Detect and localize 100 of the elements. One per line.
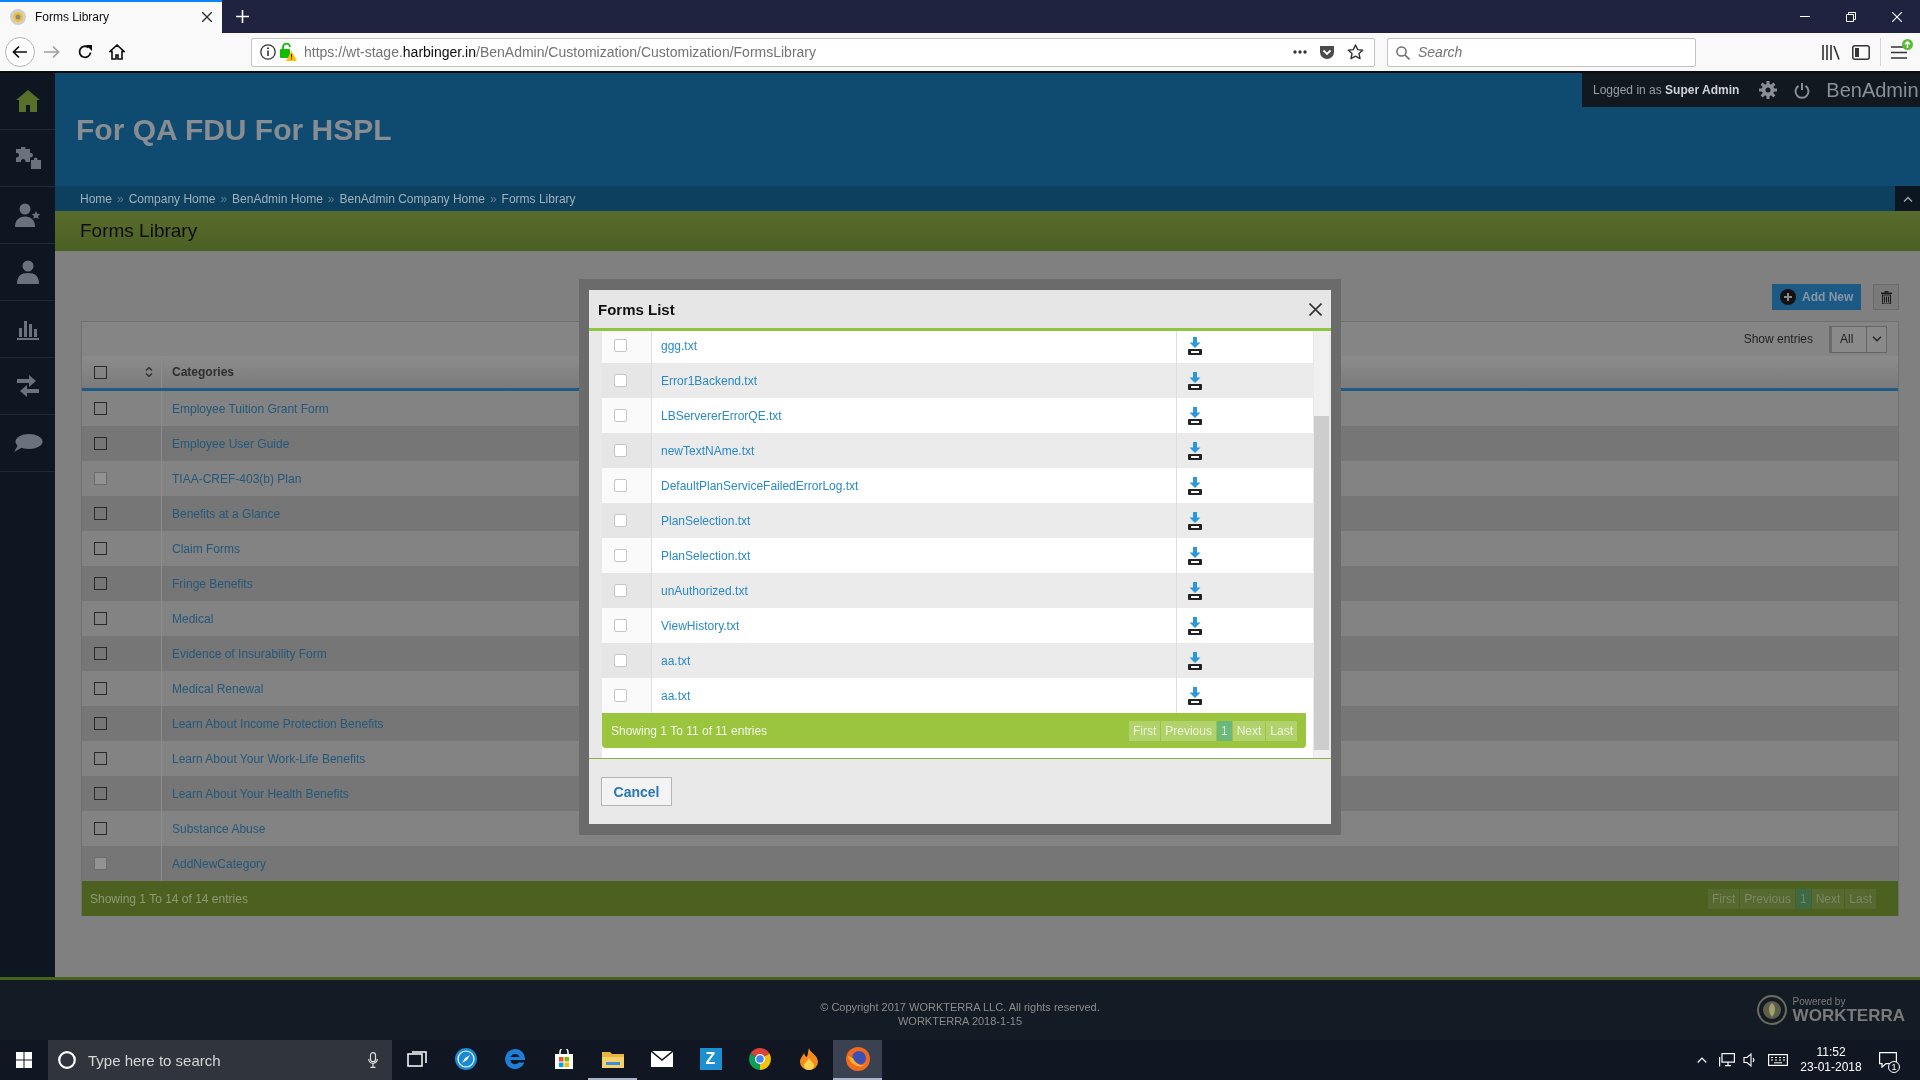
checkbox[interactable] (94, 822, 107, 835)
monitor-icon[interactable] (1719, 1053, 1735, 1067)
category-link[interactable]: Learn About Your Work-Life Benefits (172, 751, 366, 766)
search-icon (1396, 45, 1410, 60)
keyboard-icon[interactable] (1768, 1054, 1788, 1066)
clock-button[interactable]: 11:52 23-01-2018 (1798, 1045, 1864, 1075)
microphone-icon[interactable] (368, 1052, 378, 1068)
category-link[interactable]: Fringe Benefits (172, 576, 253, 591)
file-link[interactable]: newTextNAme.txt (661, 443, 755, 458)
file-link[interactable]: PlanSelection.txt (661, 513, 751, 528)
breadcrumb-link[interactable]: BenAdmin Company Home (339, 191, 485, 206)
taskbar-button[interactable]: Z (686, 1040, 735, 1080)
settings-icon[interactable] (1759, 81, 1778, 99)
plus-icon[interactable] (236, 10, 249, 23)
category-link[interactable]: Claim Forms (172, 541, 240, 556)
message-icon (1879, 1052, 1897, 1068)
checkbox[interactable] (94, 437, 107, 450)
download-icon[interactable] (1188, 476, 1202, 495)
caret-up-icon[interactable] (1697, 1057, 1707, 1063)
more-dots-icon[interactable] (1293, 50, 1307, 54)
reload-icon[interactable] (77, 44, 93, 60)
shield-chevron-icon[interactable] (1319, 44, 1335, 60)
speaker-icon[interactable] (1743, 1053, 1757, 1067)
compass-icon (454, 1048, 477, 1070)
category-link[interactable]: Benefits at a Glance (172, 506, 281, 521)
cancel-button[interactable]: Cancel (601, 777, 672, 806)
checkbox[interactable] (94, 542, 107, 555)
file-link[interactable]: DefaultPlanServiceFailedErrorLog.txt (661, 478, 859, 493)
download-icon[interactable] (1188, 371, 1202, 390)
file-link[interactable]: aa.txt (661, 653, 691, 668)
download-icon[interactable] (1188, 511, 1202, 530)
file-link[interactable]: PlanSelection.txt (661, 548, 751, 563)
checkbox[interactable] (94, 787, 107, 800)
close-icon[interactable] (1309, 302, 1322, 316)
page-button[interactable]: Last (1266, 720, 1297, 741)
notification-count: 1 (1888, 1061, 1900, 1073)
checkbox[interactable] (94, 577, 107, 590)
page-button[interactable]: Previous (1161, 720, 1216, 741)
swap-arrows-icon (15, 375, 40, 397)
scrollbar[interactable] (1314, 331, 1329, 758)
restore-icon[interactable] (1846, 11, 1856, 22)
category-link[interactable]: Substance Abuse (172, 821, 266, 836)
home-icon[interactable] (109, 44, 125, 60)
column-header[interactable]: Categories (172, 365, 235, 379)
scrollbar-thumb[interactable] (1314, 416, 1329, 750)
category-link[interactable]: Learn About Income Protection Benefits (172, 716, 384, 731)
checkbox[interactable] (94, 717, 107, 730)
delete-button[interactable] (1873, 284, 1899, 310)
star-icon[interactable] (1347, 44, 1364, 60)
notification-button[interactable]: 1 (1868, 1040, 1908, 1080)
breadcrumb-link[interactable]: BenAdmin Home (232, 191, 323, 206)
sort-icon[interactable] (145, 366, 153, 378)
breadcrumb-link[interactable]: Home (80, 191, 112, 206)
download-icon[interactable] (1188, 651, 1202, 670)
breadcrumb-link[interactable]: Forms Library (501, 191, 576, 206)
download-icon[interactable] (1188, 616, 1202, 635)
file-link[interactable]: ggg.txt (661, 338, 698, 353)
checkbox[interactable] (94, 647, 107, 660)
sidebar-icon[interactable] (1852, 44, 1870, 60)
category-link[interactable]: Learn About Your Health Benefits (172, 786, 349, 801)
checkbox[interactable] (94, 507, 107, 520)
taskbar-search-field[interactable]: Type here to search (48, 1040, 392, 1080)
page-button[interactable]: Next (1232, 720, 1266, 741)
search-field[interactable]: Search (1387, 37, 1696, 67)
add-new-button[interactable]: Add New (1772, 284, 1861, 310)
page-button[interactable]: 1 (1216, 720, 1232, 741)
checkbox[interactable] (94, 402, 107, 415)
breadcrumb-link[interactable]: Company Home (128, 191, 216, 206)
checkbox[interactable] (94, 365, 107, 379)
power-icon[interactable] (1794, 81, 1811, 99)
checkbox[interactable] (94, 752, 107, 765)
download-icon[interactable] (1188, 546, 1202, 565)
dialog-title: Forms List (598, 300, 675, 318)
file-link[interactable]: ViewHistory.txt (661, 618, 740, 633)
close-icon[interactable] (202, 11, 212, 22)
browser-tab[interactable]: Forms Library (0, 0, 222, 33)
download-icon[interactable] (1188, 686, 1202, 705)
file-link[interactable]: LBServererErrorQE.txt (661, 408, 782, 423)
books-icon[interactable] (1822, 44, 1840, 60)
entries-select[interactable]: All (1829, 325, 1887, 353)
download-icon[interactable] (1188, 336, 1202, 355)
collapse-button[interactable] (1895, 186, 1920, 211)
file-link[interactable]: unAuthorized.txt (661, 583, 748, 598)
info-icon[interactable] (260, 44, 276, 60)
category-link[interactable]: Employee Tuition Grant Form (172, 401, 329, 416)
download-icon[interactable] (1188, 441, 1202, 460)
breadcrumb-separator: » (117, 191, 124, 206)
category-link[interactable]: Medical Renewal (172, 681, 264, 696)
address-bar[interactable]: https://wt-stage.harbinger.in/BenAdmin/Customization/Customization/FormsLibrary (251, 37, 1375, 67)
checkbox[interactable] (94, 682, 107, 695)
file-link[interactable]: aa.txt (661, 688, 691, 703)
category-link[interactable]: Employee User Guide (172, 436, 290, 451)
page-button[interactable]: First (1128, 720, 1161, 741)
file-link[interactable]: Error1Backend.txt (661, 373, 758, 388)
checkbox[interactable] (94, 612, 107, 625)
category-link[interactable]: Medical (172, 611, 214, 626)
category-link[interactable]: Evidence of Insurability Form (172, 646, 327, 661)
download-icon[interactable] (1188, 581, 1202, 600)
menu-icon[interactable] (1891, 45, 1907, 59)
download-icon[interactable] (1188, 406, 1202, 425)
